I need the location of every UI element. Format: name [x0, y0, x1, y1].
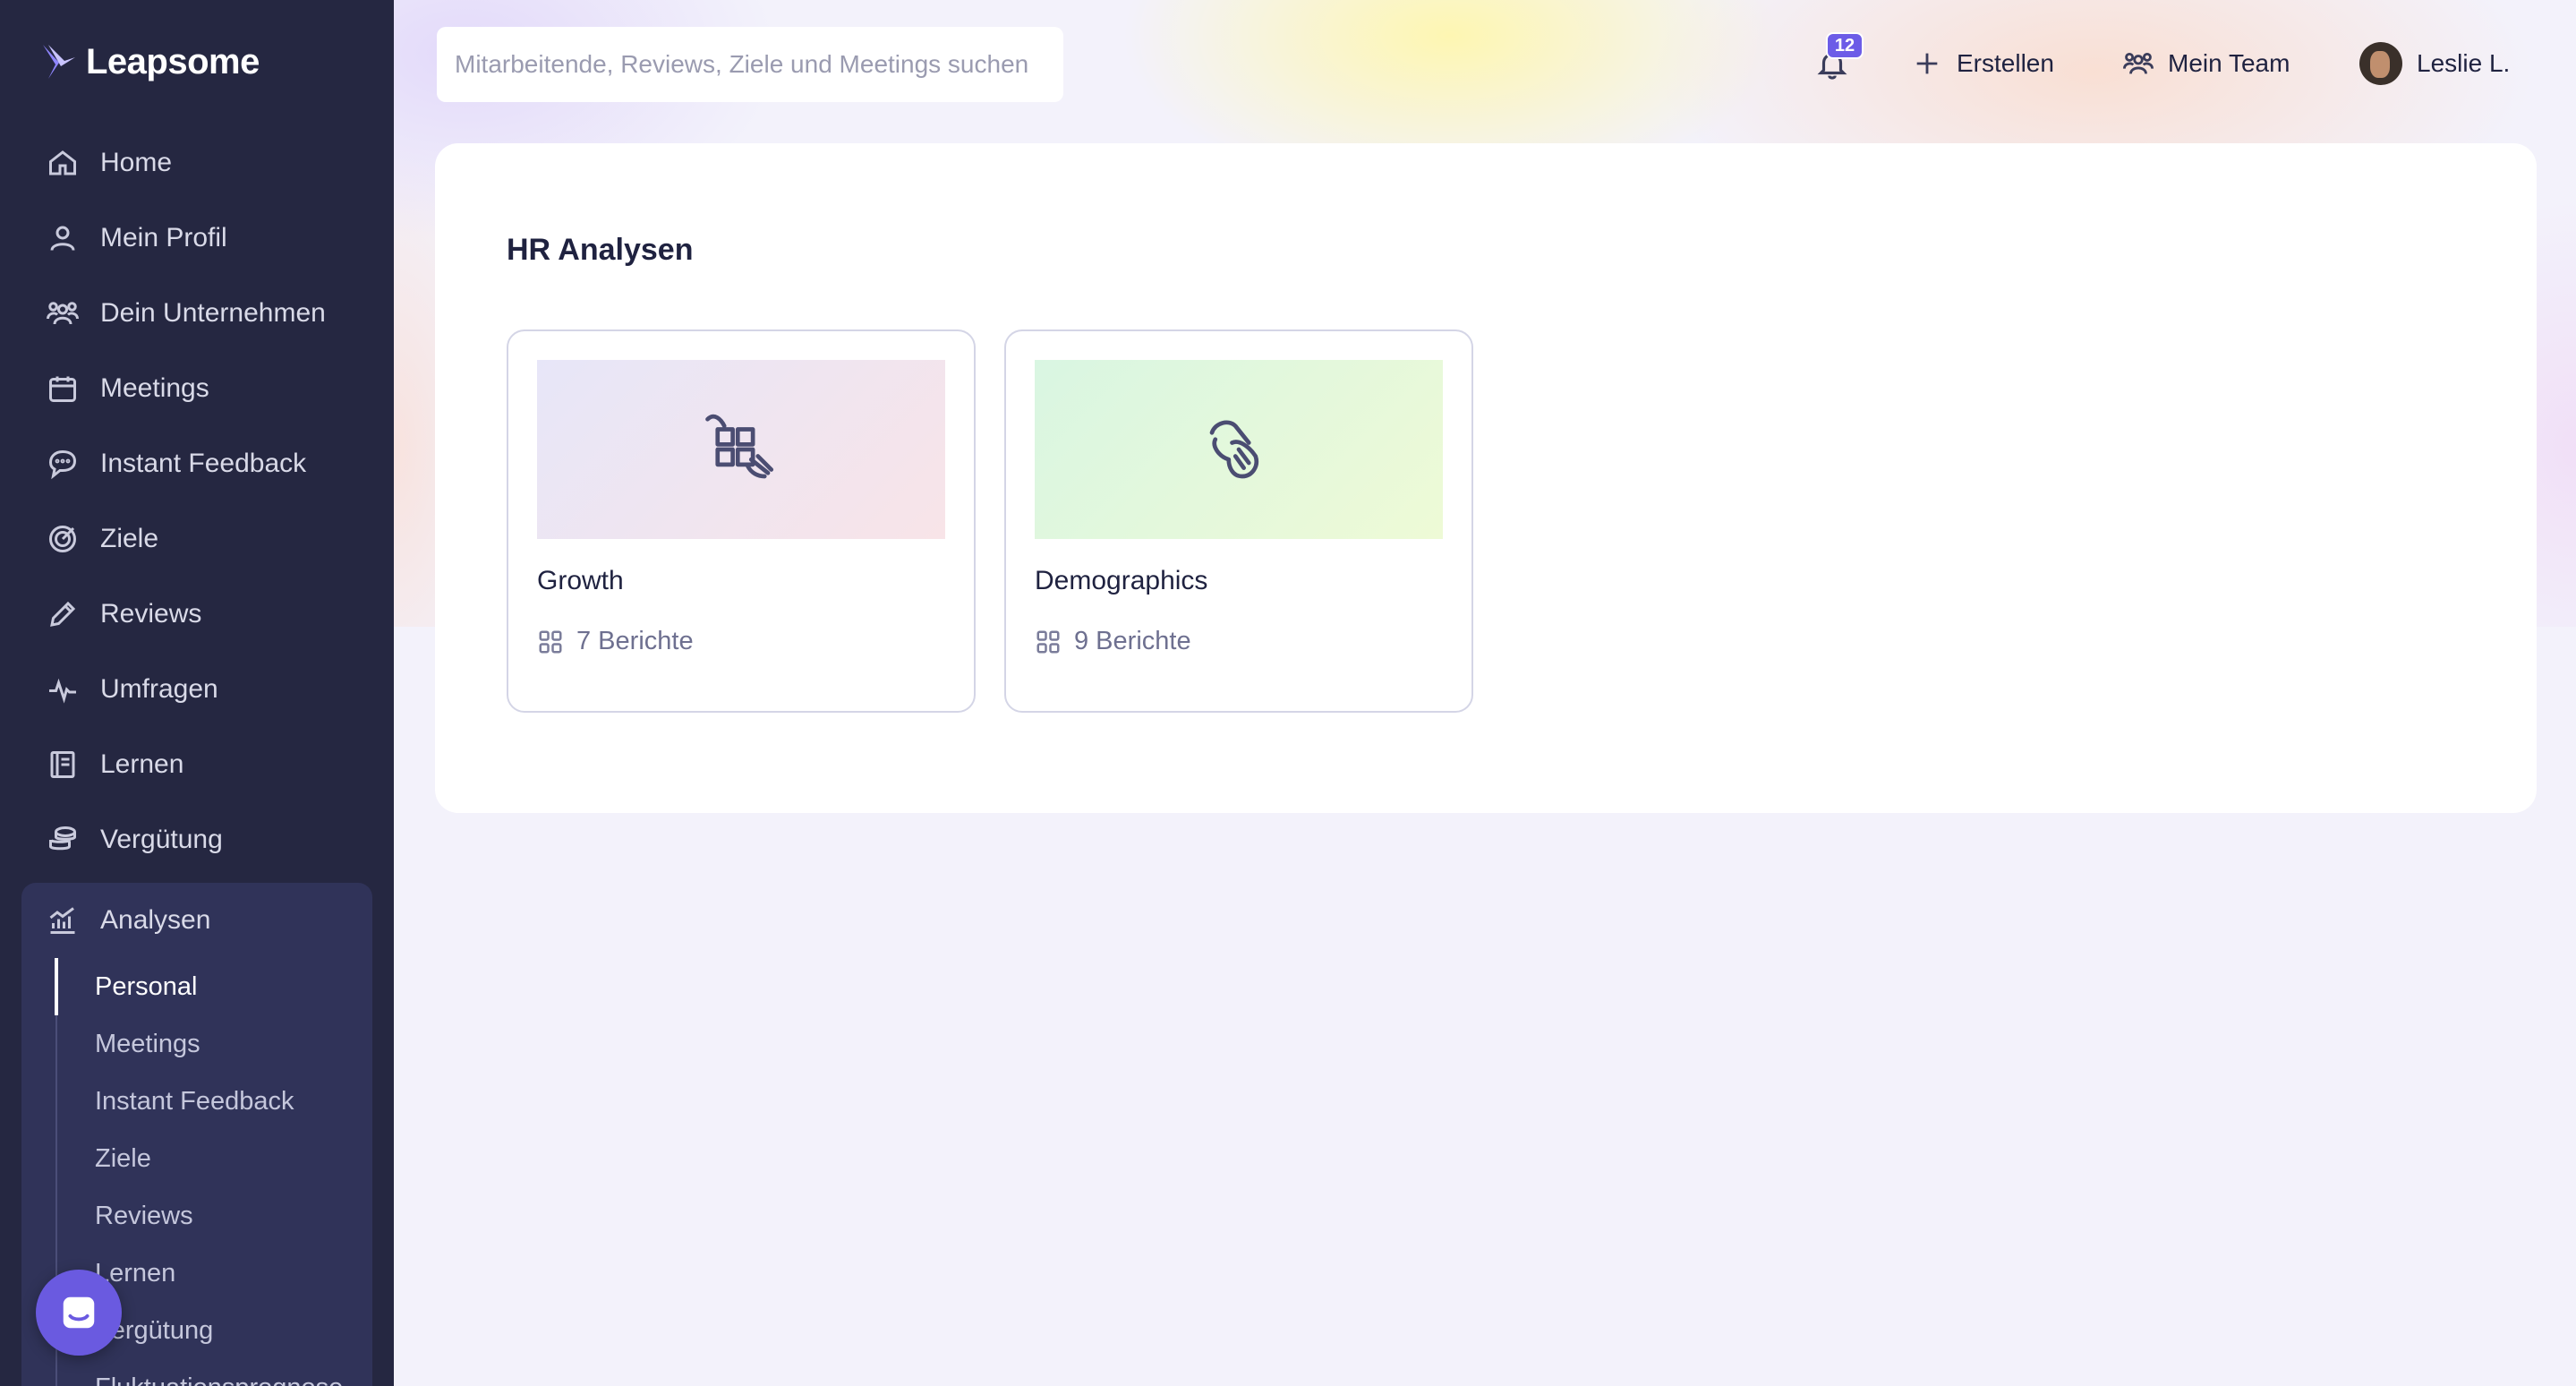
hr-analytics-card: HR Analysen Growth 7 Berichte Demographi…	[435, 143, 2537, 813]
pulse-icon	[49, 678, 76, 704]
search-input[interactable]	[437, 27, 1063, 102]
avatar	[2359, 42, 2402, 85]
subnav-item-reviews[interactable]: Reviews	[57, 1187, 372, 1245]
user-name: Leslie L.	[2417, 49, 2511, 77]
user-icon	[50, 226, 75, 251]
create-button[interactable]: Erstellen	[1912, 34, 2054, 93]
plus-icon	[1916, 53, 1938, 74]
report-count-label: 9 Berichte	[1074, 627, 1191, 655]
tile-name: Growth	[537, 566, 624, 595]
sidebar-item-company[interactable]: Dein Unternehmen	[21, 276, 372, 351]
calendar-icon	[49, 376, 76, 402]
sidebar-item-label: Lernen	[100, 749, 184, 779]
tile-illustration	[537, 360, 945, 539]
sidebar-item-label: Home	[100, 148, 173, 177]
chart-icon	[49, 907, 75, 934]
support-chat-button[interactable]	[36, 1270, 122, 1356]
sidebar-item-label: Mein Profil	[100, 223, 227, 252]
page-title: HR Analysen	[507, 233, 694, 267]
notifications-button[interactable]: 12	[1812, 32, 1864, 90]
sidebar-item-goals[interactable]: Ziele	[21, 501, 372, 577]
leapsome-logo-icon	[43, 45, 75, 79]
book-icon	[50, 751, 75, 778]
hands-icon	[1209, 420, 1258, 479]
brand-name: Leapsome	[86, 41, 260, 81]
home-icon	[49, 150, 76, 175]
brand-logo[interactable]: Leapsome	[39, 41, 260, 82]
chat-launcher-icon	[63, 1296, 95, 1329]
subnav-item-turnover-forecast[interactable]: Fluktuationsprognose	[57, 1359, 372, 1386]
user-menu-button[interactable]: Leslie L.	[2359, 34, 2510, 93]
sidebar-item-instant-feedback[interactable]: Instant Feedback	[21, 426, 372, 501]
sidebar-nav: Home Mein Profil Dein Unternehmen Meetin…	[21, 125, 372, 1386]
subnav-item-goals[interactable]: Ziele	[57, 1130, 372, 1187]
tile-report-count: 9 Berichte	[1035, 627, 1191, 656]
tile-growth[interactable]: Growth 7 Berichte	[507, 329, 976, 713]
tile-name: Demographics	[1035, 566, 1208, 595]
sidebar: Leapsome Home Mein Profil Dein Unternehm…	[0, 0, 394, 1386]
team-icon	[2123, 52, 2154, 74]
coins-icon	[49, 826, 76, 851]
tile-illustration	[1035, 360, 1443, 539]
sidebar-item-label: Vergütung	[100, 825, 223, 854]
grid-icon	[1036, 630, 1060, 653]
sidebar-item-profile[interactable]: Mein Profil	[21, 201, 372, 276]
sidebar-item-label: Instant Feedback	[100, 449, 307, 478]
chat-icon	[48, 449, 77, 480]
sidebar-item-learning[interactable]: Lernen	[21, 727, 372, 802]
sidebar-item-label: Meetings	[100, 373, 209, 403]
sidebar-item-home[interactable]: Home	[21, 125, 372, 201]
puzzle-hand-icon	[705, 414, 774, 479]
sidebar-item-analytics[interactable]: Analysen	[21, 883, 372, 958]
target-icon	[49, 526, 76, 552]
sidebar-item-label: Dein Unternehmen	[100, 298, 326, 328]
subnav-item-meetings[interactable]: Meetings	[57, 1015, 372, 1073]
sidebar-item-compensation[interactable]: Vergütung	[21, 802, 372, 877]
sidebar-item-surveys[interactable]: Umfragen	[21, 652, 372, 727]
pencil-icon	[50, 601, 76, 627]
grid-icon	[539, 630, 562, 653]
sidebar-item-label: Ziele	[100, 524, 159, 553]
notification-count-badge: 12	[1826, 32, 1864, 59]
create-label: Erstellen	[1957, 49, 2054, 77]
tile-report-count: 7 Berichte	[537, 627, 694, 656]
sidebar-item-label: Umfragen	[100, 674, 218, 704]
sidebar-item-label: Analysen	[100, 905, 211, 935]
sidebar-item-reviews[interactable]: Reviews	[21, 577, 372, 652]
my-team-label: Mein Team	[2168, 49, 2290, 77]
sidebar-item-label: Reviews	[100, 599, 202, 629]
my-team-button[interactable]: Mein Team	[2123, 34, 2290, 93]
subnav-item-personal[interactable]: Personal	[55, 958, 372, 1015]
users-icon	[47, 302, 79, 325]
tile-demographics[interactable]: Demographics 9 Berichte	[1004, 329, 1473, 713]
sidebar-item-meetings[interactable]: Meetings	[21, 351, 372, 426]
report-count-label: 7 Berichte	[576, 627, 694, 655]
subnav-item-instant-feedback[interactable]: Instant Feedback	[57, 1073, 372, 1130]
